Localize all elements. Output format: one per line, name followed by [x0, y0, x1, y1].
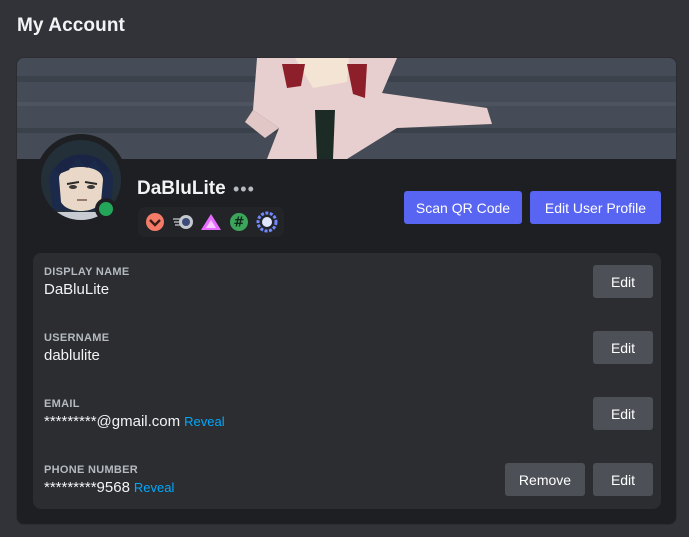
phone-value-line: *********9568 Reveal — [44, 479, 174, 496]
remove-phone-button[interactable]: Remove — [505, 463, 585, 496]
triangle-badge-icon[interactable] — [200, 211, 223, 234]
email-value-line: *********@gmail.com Reveal — [44, 413, 225, 430]
svg-text:#: # — [233, 216, 244, 231]
account-card: DaBluLite ••• # Scan QR Code Edit User P… — [16, 57, 677, 525]
gear-ring-badge-icon[interactable] — [255, 211, 278, 234]
username-label: USERNAME — [44, 332, 110, 344]
username-row: USERNAME dablulite Edit — [33, 319, 661, 377]
phone-number-value: *********9568 — [44, 479, 130, 496]
scan-qr-code-button[interactable]: Scan QR Code — [404, 191, 522, 224]
hashtag-badge-icon[interactable]: # — [227, 211, 250, 234]
chevron-rank-badge-icon[interactable] — [144, 211, 167, 234]
edit-email-button[interactable]: Edit — [593, 397, 653, 430]
page-title: My Account — [17, 15, 125, 36]
profile-display-name: DaBluLite — [137, 178, 226, 199]
username-value: dablulite — [44, 347, 100, 364]
reveal-email-link[interactable]: Reveal — [184, 414, 224, 429]
reveal-phone-link[interactable]: Reveal — [134, 480, 174, 495]
email-label: EMAIL — [44, 398, 80, 410]
badge-list: # — [138, 207, 284, 237]
account-fields-panel: DISPLAY NAME DaBluLite Edit USERNAME dab… — [33, 253, 661, 509]
edit-phone-button[interactable]: Edit — [593, 463, 653, 496]
edit-username-button[interactable]: Edit — [593, 331, 653, 364]
speed-orb-badge-icon[interactable] — [172, 211, 195, 234]
phone-number-label: PHONE NUMBER — [44, 464, 139, 476]
email-row: EMAIL *********@gmail.com Reveal Edit — [33, 385, 661, 443]
online-status-indicator — [95, 198, 117, 220]
profile-banner — [17, 58, 676, 159]
display-name-row: DISPLAY NAME DaBluLite Edit — [33, 253, 661, 311]
display-name-label: DISPLAY NAME — [44, 266, 130, 278]
edit-user-profile-button[interactable]: Edit User Profile — [530, 191, 661, 224]
edit-display-name-button[interactable]: Edit — [593, 265, 653, 298]
phone-number-row: PHONE NUMBER *********9568 Reveal Remove … — [33, 451, 661, 509]
banner-image — [17, 58, 676, 159]
more-options-icon[interactable]: ••• — [233, 179, 255, 200]
email-value: *********@gmail.com — [44, 413, 181, 430]
display-name-value: DaBluLite — [44, 281, 110, 298]
